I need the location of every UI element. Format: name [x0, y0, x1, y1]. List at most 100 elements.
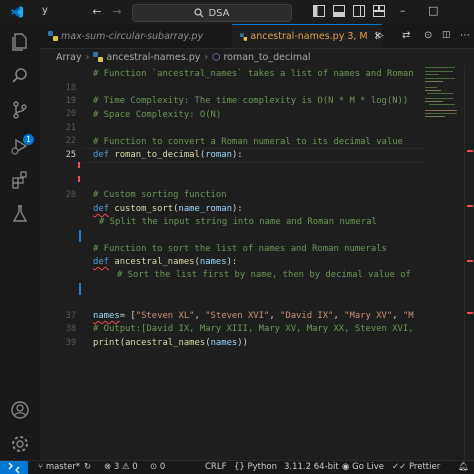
workspace-name: DSA: [208, 7, 230, 19]
source-control-icon[interactable]: [10, 100, 30, 120]
python-file-icon: [93, 52, 104, 62]
ports-count: 0: [159, 462, 166, 472]
warning-icon: ⚠: [121, 462, 130, 472]
code-line: # Custom sorting function: [93, 190, 227, 200]
language-status[interactable]: {} Python: [234, 462, 277, 472]
error-scroll-mark: [467, 150, 473, 152]
line-number: 38: [65, 324, 76, 334]
code-line: # Function to convert a Roman numeral to…: [93, 137, 403, 147]
problems-status[interactable]: ⊗ 3 ⚠ 0: [104, 462, 138, 472]
double-check-icon: ✓✓: [392, 462, 407, 472]
chevron-right-icon: ›: [85, 51, 90, 63]
code-editor[interactable]: 18 19 20 21 22 25 28 37 38 39 # Function…: [40, 65, 474, 460]
accounts-icon[interactable]: [10, 400, 30, 420]
error-scroll-mark: [467, 205, 473, 207]
search-icon: [194, 8, 204, 18]
code-lines: # Function `ancestral_names` takes a lis…: [93, 65, 423, 460]
minimize-icon[interactable]: –: [400, 4, 406, 17]
toggle-sidebar-icon[interactable]: [313, 5, 325, 17]
nav-back-icon[interactable]: ←: [90, 5, 104, 18]
string-literal: "David IX": [280, 311, 334, 321]
line-number: 19: [65, 96, 76, 106]
notifications-bell-icon[interactable]: 🔔︎: [458, 462, 469, 472]
search-icon[interactable]: [10, 66, 30, 86]
open-changes-icon[interactable]: ⊙: [424, 30, 432, 41]
error-scroll-mark: [467, 260, 473, 262]
warning-count: 0: [132, 462, 138, 472]
variable: names: [93, 311, 120, 321]
vscode-logo-icon: [11, 6, 23, 18]
run-debug-icon[interactable]: [10, 136, 30, 156]
minimap-line: [427, 93, 453, 95]
maximize-icon[interactable]: □: [428, 4, 438, 17]
eol-status[interactable]: CRLF: [205, 462, 226, 472]
code-line: # Split the input string into name and R…: [99, 217, 377, 227]
parameter: name_roman: [178, 204, 232, 214]
function-name: ancestral_names: [114, 257, 195, 267]
breadcrumb-folder[interactable]: Array: [56, 52, 82, 63]
interpreter-status[interactable]: 3.11.2 64-bit: [284, 462, 339, 472]
tab-max-sum-circular-subarray[interactable]: max-sum-circular-subarray.py: [48, 24, 228, 48]
keyword: def: [93, 257, 110, 267]
line-number-gutter: 18 19 20 21 22 25 28 37 38 39: [40, 65, 82, 460]
sync-icon[interactable]: ↻: [84, 462, 91, 472]
minimap-line: [425, 71, 453, 73]
customize-layout-icon[interactable]: [373, 5, 385, 17]
modified-line-marker: [79, 283, 81, 295]
string-literal: "Mary XV": [344, 311, 393, 321]
toggle-panel-icon[interactable]: [333, 5, 345, 17]
breadcrumb-file[interactable]: ancestral-names.py: [106, 52, 200, 63]
git-branch-icon: ⑂: [38, 462, 44, 472]
language-mode: Python: [247, 462, 277, 472]
minimap[interactable]: [423, 65, 461, 145]
toggle-secondary-sidebar-icon[interactable]: [353, 5, 365, 17]
branch-name: master*: [45, 462, 81, 472]
minimap-line: [425, 101, 443, 103]
menu-label[interactable]: y: [42, 5, 48, 16]
minimap-line: [425, 78, 455, 80]
vertical-scrollbar[interactable]: [464, 65, 474, 460]
explorer-icon[interactable]: [10, 32, 30, 52]
parameter: names: [199, 257, 227, 267]
ports-status[interactable]: ⊙ 0: [150, 462, 165, 472]
extensions-icon[interactable]: [10, 170, 30, 190]
function-name: roman_to_decimal: [114, 150, 200, 160]
remote-icon: [8, 463, 20, 473]
prettier-label: Prettier: [408, 462, 441, 472]
breadcrumb-symbol[interactable]: roman_to_decimal: [223, 52, 310, 63]
command-center-search[interactable]: DSA: [132, 4, 292, 22]
code-line: def custom_sort(name_roman):: [93, 204, 243, 214]
minimap-line: [425, 67, 455, 69]
run-python-icon[interactable]: ▷: [376, 30, 384, 41]
prettier-status[interactable]: ✓✓ Prettier: [392, 462, 440, 472]
testing-icon[interactable]: [10, 204, 30, 224]
tab-status: 3, M: [347, 31, 368, 42]
go-live-button[interactable]: ◉ Go Live: [342, 462, 384, 472]
code-line: # Output:[David IX, Mary XIII, Mary XV, …: [93, 324, 414, 334]
more-actions-icon[interactable]: ⋯: [460, 30, 470, 41]
modified-line-marker: [79, 230, 81, 242]
braces-icon: {}: [234, 462, 245, 472]
chevron-right-icon: ›: [204, 51, 209, 63]
error-marker: [78, 162, 83, 168]
minimap-line: [425, 74, 439, 76]
tab-ancestral-names[interactable]: ancestral-names.py 3, M ✕: [232, 24, 382, 48]
line-number: 37: [65, 311, 76, 321]
error-icon: ⊗: [104, 462, 112, 472]
settings-gear-icon[interactable]: [10, 434, 30, 454]
compare-changes-icon[interactable]: ⇄: [402, 30, 410, 41]
minimap-line: [425, 90, 441, 92]
keyword: def: [93, 204, 110, 214]
nav-forward-icon[interactable]: →: [110, 5, 124, 18]
minimap-line: [429, 104, 455, 106]
branch-status[interactable]: ⑂ master*: [38, 462, 80, 472]
split-editor-icon[interactable]: ◫: [442, 30, 451, 40]
python-file-icon: [240, 32, 248, 41]
line-number: 21: [65, 123, 76, 133]
code-line: # Function `ancestral_names` takes a lis…: [93, 69, 414, 79]
parameter: roman: [205, 150, 232, 160]
error-scroll-mark: [467, 312, 473, 314]
remote-indicator[interactable]: [0, 461, 28, 474]
code-line: # Time Complexity: The time complexity i…: [93, 96, 409, 106]
tab-label: ancestral-names.py: [250, 31, 345, 42]
